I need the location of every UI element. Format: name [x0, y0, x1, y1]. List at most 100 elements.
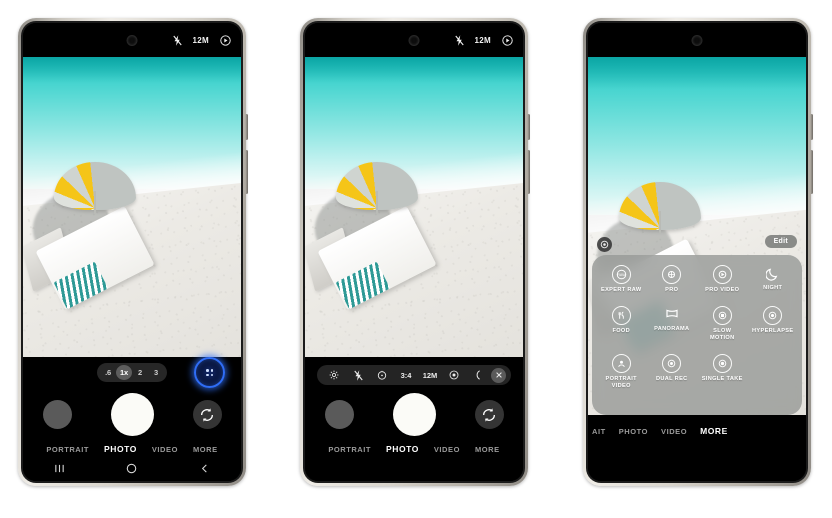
- mode-label: FOOD: [612, 327, 631, 334]
- phone-3-status-bar: [588, 23, 806, 57]
- front-camera-punchhole-icon: [691, 35, 703, 46]
- back-icon[interactable]: [199, 463, 210, 474]
- more-modes-grid: RAW EXPERT RAW PRO PRO VIDEO NIGHT FOOD …: [596, 265, 798, 391]
- mode-pro-video[interactable]: PRO VIDEO: [697, 265, 748, 295]
- aspect-ratio-label[interactable]: 3:4: [394, 365, 418, 385]
- food-icon: [611, 305, 631, 325]
- mode-single-take[interactable]: SINGLE TAKE: [697, 353, 748, 391]
- phone-3-mode-tabs: AIT PHOTO VIDEO MORE: [588, 426, 806, 436]
- mode-tab-video[interactable]: VIDEO: [434, 445, 460, 454]
- timer-icon[interactable]: [370, 365, 394, 385]
- mode-tab-video[interactable]: VIDEO: [152, 445, 178, 454]
- phone-2-power-button[interactable]: [527, 114, 530, 140]
- mode-label: NIGHT: [763, 285, 783, 291]
- zoom-pill-3[interactable]: 3: [148, 365, 164, 380]
- phone-3-power-button[interactable]: [810, 114, 813, 140]
- zoom-level-selector[interactable]: .6 1x 2 3: [97, 363, 167, 382]
- zoom-pill-0[interactable]: .6: [100, 365, 116, 380]
- mode-dual-rec[interactable]: DUAL REC: [647, 353, 698, 391]
- motion-photo-icon[interactable]: [220, 34, 231, 46]
- phone-1-shutter-row: [23, 393, 241, 436]
- mode-slow-motion[interactable]: SLOW MOTION: [697, 305, 748, 343]
- resolution-label[interactable]: 12M: [193, 36, 209, 45]
- front-camera-punchhole-icon: [408, 35, 420, 46]
- gallery-thumbnail[interactable]: [42, 400, 72, 429]
- mode-tab-photo[interactable]: PHOTO: [619, 427, 648, 436]
- lens-eye-button[interactable]: [597, 237, 612, 252]
- umbrella-pole: [659, 211, 661, 235]
- phone-1-status-bar: 12M: [23, 23, 241, 57]
- close-settings-button[interactable]: [491, 367, 506, 383]
- filter-icon[interactable]: [466, 365, 490, 385]
- phone-1-power-button[interactable]: [245, 114, 248, 140]
- switch-camera-button[interactable]: [192, 400, 222, 429]
- phone-1-volume-button[interactable]: [245, 150, 248, 194]
- switch-camera-icon: [201, 407, 213, 422]
- gallery-thumbnail[interactable]: [324, 400, 354, 429]
- mode-tab-photo[interactable]: PHOTO: [104, 444, 137, 454]
- mode-night[interactable]: NIGHT: [748, 265, 799, 295]
- flash-off-icon[interactable]: [172, 34, 182, 46]
- recents-icon[interactable]: [54, 463, 65, 474]
- settings-gear-icon[interactable]: [322, 365, 346, 385]
- phone-2-mode-tabs: PORTRAIT PHOTO VIDEO MORE: [305, 444, 523, 454]
- mode-tab-photo[interactable]: PHOTO: [386, 444, 419, 454]
- umbrella-pole: [376, 190, 378, 214]
- zoom-pill-2[interactable]: 2: [132, 365, 148, 380]
- switch-camera-button[interactable]: [474, 400, 504, 429]
- mode-tab-more[interactable]: MORE: [193, 445, 218, 454]
- phone-1-mode-tabs: PORTRAIT PHOTO VIDEO MORE: [23, 444, 241, 454]
- phone-2-shutter-row: [305, 393, 523, 436]
- mode-tab-more[interactable]: MORE: [475, 445, 500, 454]
- resolution-label[interactable]: 12M: [418, 365, 442, 385]
- slow-motion-icon: [712, 305, 732, 325]
- mode-label: PORTRAIT VIDEO: [605, 375, 637, 390]
- flash-off-icon[interactable]: [346, 365, 370, 385]
- mode-tab-portrait[interactable]: PORTRAIT: [328, 445, 371, 454]
- resolution-label[interactable]: 12M: [475, 36, 491, 45]
- single-take-icon: [712, 353, 732, 373]
- beach-scene: [23, 57, 241, 357]
- phone-3-volume-button[interactable]: [810, 150, 813, 194]
- motion-photo-icon[interactable]: [442, 365, 466, 385]
- mode-label: SINGLE TAKE: [701, 375, 743, 382]
- home-icon[interactable]: [126, 463, 137, 474]
- beach-umbrella: [53, 162, 137, 214]
- mode-expert-raw[interactable]: RAW EXPERT RAW: [596, 265, 647, 295]
- mode-tab-more[interactable]: MORE: [700, 426, 728, 436]
- flash-off-icon[interactable]: [454, 34, 464, 46]
- phone-2-screen: 12M 3:4 12M PORTRAIT PHOTO VIDEO MORE: [305, 23, 523, 481]
- phone-2-status-bar: 12M: [305, 23, 523, 57]
- mode-food[interactable]: FOOD: [596, 305, 647, 343]
- zoom-pill-1[interactable]: 1x: [116, 365, 132, 380]
- mode-panorama[interactable]: PANORAMA: [647, 306, 698, 343]
- mode-grid-spacer: [748, 354, 799, 391]
- mode-tab-portrait[interactable]: PORTRAIT: [46, 445, 89, 454]
- shutter-button[interactable]: [392, 393, 436, 436]
- mode-label: PRO VIDEO: [705, 287, 740, 293]
- phone-1-viewfinder[interactable]: [23, 57, 241, 357]
- phone-3-device: Edit RAW EXPERT RAW PRO PRO VIDEO NIGHT …: [583, 18, 813, 486]
- mode-pro[interactable]: PRO: [647, 265, 698, 295]
- mode-tab-video[interactable]: VIDEO: [661, 427, 687, 436]
- mode-tab-portrait[interactable]: AIT: [592, 427, 606, 436]
- phone-1-device: 12M .6 1x 2 3 PORTRAIT PHOTO VIDEO MORE: [18, 18, 248, 486]
- pro-icon: [662, 265, 682, 284]
- panorama-icon: [663, 306, 680, 323]
- phone-2-viewfinder[interactable]: [305, 57, 523, 357]
- motion-photo-icon[interactable]: [502, 34, 513, 46]
- pro-video-icon: [712, 265, 732, 284]
- camera-settings-grid-button-highlight[interactable]: [194, 357, 225, 388]
- phone-3-control-area: [588, 415, 806, 481]
- shutter-button[interactable]: [110, 393, 154, 436]
- phone-2-volume-button[interactable]: [527, 150, 530, 194]
- edit-modes-button[interactable]: Edit: [764, 235, 797, 248]
- portrait-video-icon: [611, 353, 631, 373]
- svg-text:RAW: RAW: [617, 273, 626, 277]
- beach-scene: [305, 57, 523, 357]
- mode-portrait-video[interactable]: PORTRAIT VIDEO: [596, 353, 647, 391]
- mode-hyperlapse[interactable]: HYPERLAPSE: [748, 305, 799, 343]
- night-moon-icon: [764, 265, 781, 282]
- mode-label: PANORAMA: [654, 325, 690, 332]
- beach-umbrella: [618, 182, 702, 235]
